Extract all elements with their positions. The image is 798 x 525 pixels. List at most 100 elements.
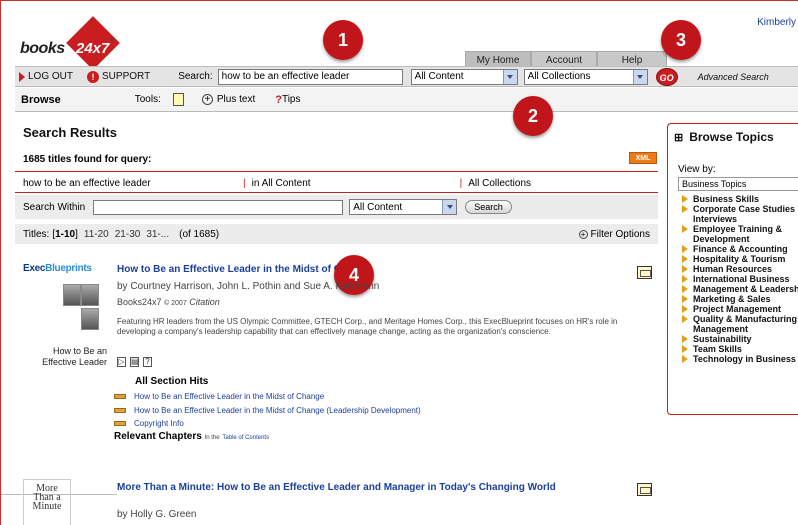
content-select[interactable]: All Content	[410, 68, 518, 85]
plus-icon: +	[578, 229, 588, 239]
topic-item[interactable]: Human Resources	[682, 264, 798, 274]
page-link-21-30[interactable]: 21-30	[115, 229, 141, 240]
search-within-button[interactable]: Search	[465, 200, 512, 214]
topic-item[interactable]: Project Management	[682, 304, 798, 314]
filter-options-link[interactable]: + Filter Options	[578, 228, 650, 240]
plus-text-icon[interactable]: +	[201, 94, 213, 105]
browse-toolbar: Browse Tools: + Plus text ? Tips	[15, 88, 798, 112]
query-text: how to be an effective leader	[23, 178, 151, 189]
divider	[15, 171, 658, 172]
tab-my-home[interactable]: My Home	[465, 51, 531, 67]
tree-icon: ⊞	[674, 131, 684, 144]
help-icon[interactable]: ?	[143, 357, 152, 367]
topic-item[interactable]: Quality & Manufacturing Management	[682, 314, 798, 334]
search-within-bar: Search Within All Content Search	[15, 195, 658, 219]
logo-number: 24x7	[76, 40, 110, 57]
query-content: in All Content	[251, 178, 311, 189]
topic-item[interactable]: Team Skills	[682, 344, 798, 354]
books24x7-logo[interactable]: books 24x7 ®	[20, 16, 120, 70]
topic-item[interactable]: Marketing & Sales	[682, 294, 798, 304]
query-collections: All Collections	[468, 178, 532, 189]
callout-badge-2: 2	[513, 96, 553, 136]
section-hit-link[interactable]: Copyright Info	[114, 419, 184, 428]
search-toolbar: LOG OUT ! SUPPORT Search: how to be an e…	[15, 66, 798, 87]
topic-item[interactable]: Employee Training & Development	[682, 224, 798, 244]
table-of-contents-link[interactable]: Table of Contents	[222, 435, 269, 441]
search-within-select-value: All Content	[353, 201, 403, 213]
top-navigation: My Home Account Info Help	[465, 51, 667, 79]
folder-icon[interactable]	[637, 266, 652, 279]
topic-view-select[interactable]: Business Topics	[678, 177, 798, 191]
topic-item[interactable]: Business Skills	[682, 194, 798, 204]
search-label: Search:	[178, 71, 213, 82]
advanced-search-link[interactable]: Advanced Search	[698, 72, 769, 82]
search-within-label: Search Within	[23, 201, 86, 213]
result-description: Featuring HR leaders from the US Olympic…	[117, 317, 618, 336]
collections-select-value: All Collections	[527, 71, 591, 82]
book-cover[interactable]: More Than a Minute	[23, 479, 71, 525]
logo-text: books	[20, 40, 65, 57]
logout-label: LOG OUT	[28, 71, 74, 82]
page-current: 1-10	[55, 228, 76, 240]
view-by-label: View by:	[678, 164, 716, 175]
support-alert-icon: !	[87, 70, 100, 83]
pages-icon[interactable]: ▤	[130, 357, 139, 367]
relevant-chapters: Relevant Chapters In the Table of Conten…	[114, 431, 270, 442]
search-within-select[interactable]: All Content	[349, 199, 458, 215]
user-name[interactable]: Kimberly	[757, 17, 796, 28]
result-title-link[interactable]: More Than a Minute: How to Be an Effecti…	[117, 482, 617, 494]
topic-item[interactable]: Corporate Case Studies Interviews	[682, 204, 798, 224]
support-link[interactable]: ! SUPPORT	[87, 70, 151, 83]
page-frame: Kimberly books 24x7 ® My Home Account In…	[0, 0, 798, 525]
result-actions: ▷ ▤ ?	[117, 357, 152, 367]
topic-item[interactable]: Management & Leadership	[682, 284, 798, 294]
topic-item[interactable]: Hospitality & Tourism	[682, 254, 798, 264]
callout-badge-1: 1	[323, 20, 363, 60]
tips-link[interactable]: Tips	[282, 94, 301, 105]
section-hit-link[interactable]: How to Be an Effective Leader in the Mid…	[114, 406, 421, 415]
pagination-bar: Titles: [1-10] 11-20 21-30 31-... (of 16…	[15, 224, 658, 244]
go-button[interactable]: GO	[655, 67, 678, 86]
notes-icon[interactable]	[172, 93, 184, 106]
book-cover[interactable]: ExecBlueprints How to Be an Effective Lea…	[23, 263, 107, 367]
plus-text-link[interactable]: Plus text	[217, 94, 255, 105]
result-authors: by Courtney Harrison, John L. Pothin and…	[117, 281, 380, 292]
tips-icon[interactable]: ?	[275, 94, 282, 106]
section-hit-link[interactable]: How to Be an Effective Leader in the Mid…	[114, 392, 324, 401]
xml-button[interactable]: XML	[629, 152, 657, 164]
topic-item[interactable]: Sustainability	[682, 334, 798, 344]
divider: |	[459, 178, 463, 189]
topic-list: Business Skills Corporate Case Studies In…	[682, 194, 798, 364]
logout-link[interactable]: LOG OUT	[15, 71, 73, 82]
section-icon	[114, 408, 126, 413]
divider: |	[243, 178, 246, 189]
tab-help[interactable]: Help	[597, 51, 667, 67]
topic-item[interactable]: International Business	[682, 274, 798, 284]
search-within-input[interactable]	[93, 199, 344, 215]
topic-item[interactable]: Finance & Accounting	[682, 244, 798, 254]
chevron-down-icon	[632, 69, 647, 84]
results-total: (of 1685)	[179, 228, 220, 240]
search-input[interactable]: how to be an effective leader	[217, 68, 403, 85]
browse-topics-panel: ⊞ Browse Topics View by: Business Topics…	[667, 123, 798, 415]
search-results-heading: Search Results	[23, 125, 117, 140]
callout-badge-3: 3	[661, 20, 701, 60]
collections-select[interactable]: All Collections	[523, 68, 648, 85]
tab-account-info[interactable]: Account Info	[531, 51, 597, 79]
support-label: SUPPORT	[102, 71, 151, 82]
cover-photos	[23, 278, 103, 334]
filter-options-label: Filter Options	[590, 228, 650, 240]
browse-link[interactable]: Browse	[21, 94, 61, 106]
page-link-more[interactable]: 31-...	[146, 229, 169, 240]
topic-item[interactable]: Technology in Business	[682, 354, 798, 364]
section-icon	[114, 421, 126, 426]
cover-brand: ExecBlueprints	[23, 263, 92, 274]
folder-icon[interactable]	[637, 483, 652, 496]
expand-icon[interactable]: ▷	[117, 357, 126, 367]
tools-label: Tools:	[134, 94, 161, 105]
logo-registered: ®	[110, 38, 115, 44]
logout-arrow-icon	[19, 71, 25, 82]
content-select-value: All Content	[414, 71, 464, 82]
page-link-11-20[interactable]: 11-20	[84, 229, 109, 240]
cover-caption: How to Be an Effective Leader	[42, 346, 107, 367]
